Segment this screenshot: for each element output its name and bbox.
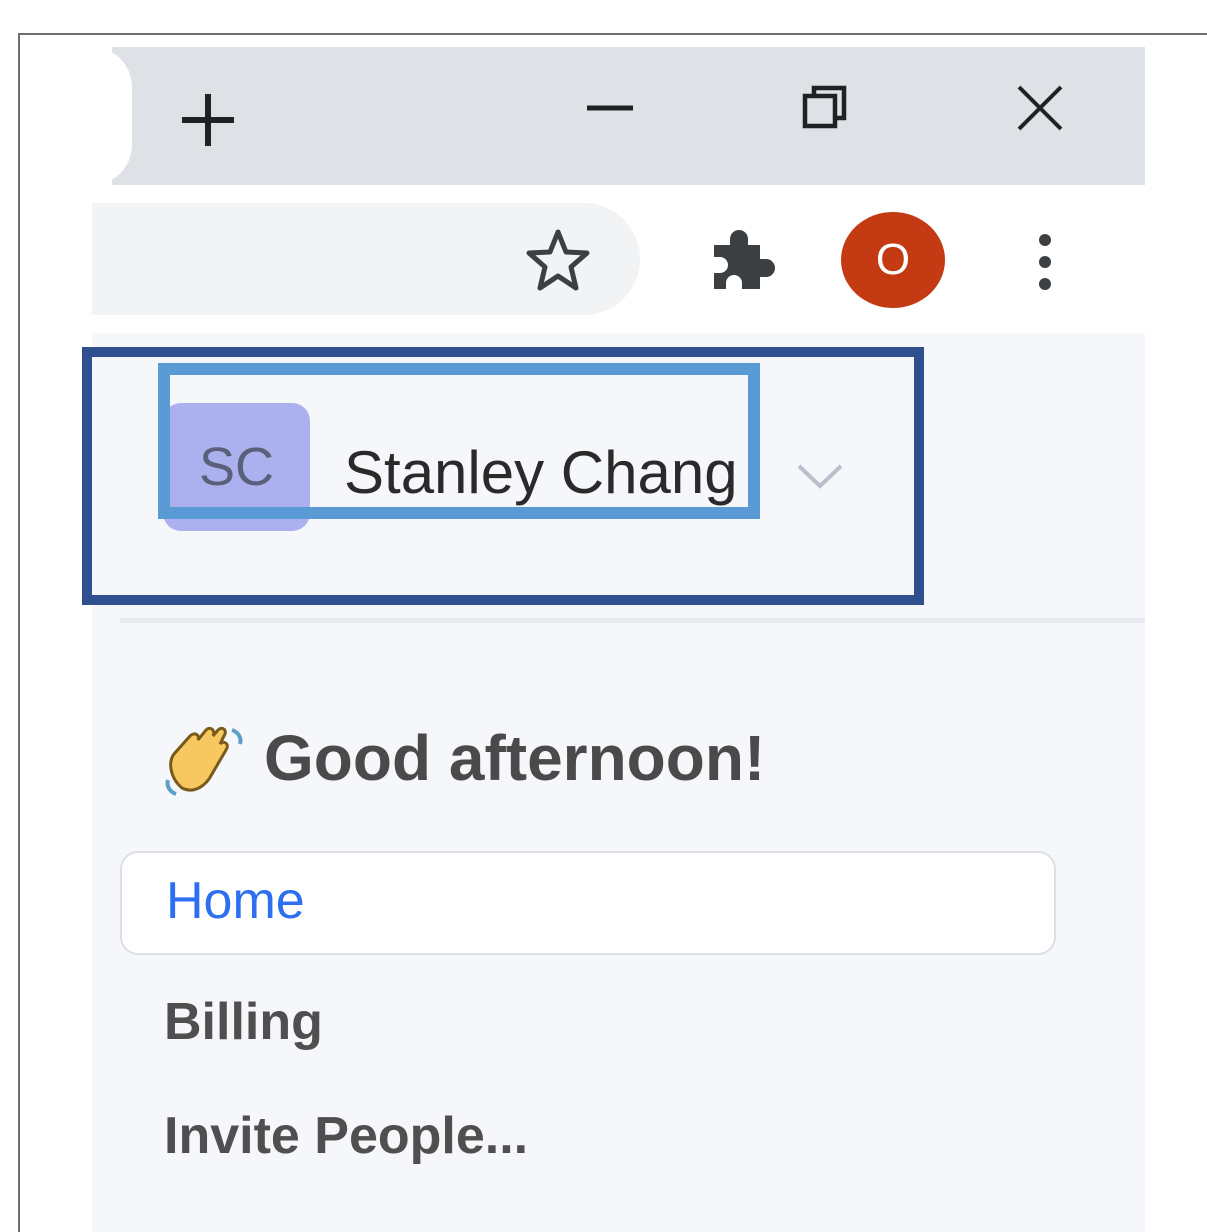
minimize-button[interactable] bbox=[570, 70, 650, 146]
nav-item-invite-people[interactable]: Invite People... bbox=[164, 1106, 528, 1166]
nav-item-home[interactable]: Home bbox=[120, 851, 1056, 955]
extensions-button[interactable] bbox=[703, 222, 783, 298]
greeting: Good afternoon! bbox=[162, 718, 765, 798]
puzzle-icon bbox=[714, 230, 775, 289]
waving-hand-icon bbox=[165, 726, 243, 796]
profile-initial: O bbox=[875, 235, 911, 284]
account-switcher[interactable] bbox=[82, 347, 924, 605]
header-divider bbox=[120, 618, 1145, 623]
active-tab-fill bbox=[92, 47, 112, 185]
plus-icon bbox=[182, 94, 234, 146]
restore-button[interactable] bbox=[785, 70, 865, 146]
restore-icon bbox=[802, 85, 847, 129]
nav-item-label: Home bbox=[166, 872, 305, 930]
greeting-text: Good afternoon! bbox=[264, 722, 766, 794]
nav-item-billing[interactable]: Billing bbox=[164, 992, 323, 1052]
close-icon bbox=[1017, 85, 1063, 131]
profile-avatar-button[interactable]: O bbox=[841, 212, 945, 308]
close-window-button[interactable] bbox=[1000, 70, 1080, 146]
browser-menu-button[interactable] bbox=[1010, 222, 1080, 302]
bookmark-button[interactable] bbox=[520, 225, 596, 295]
minimize-icon bbox=[587, 105, 633, 111]
star-outline-icon bbox=[526, 229, 590, 291]
new-tab-button[interactable] bbox=[170, 82, 246, 158]
kebab-menu-icon bbox=[1039, 234, 1051, 290]
